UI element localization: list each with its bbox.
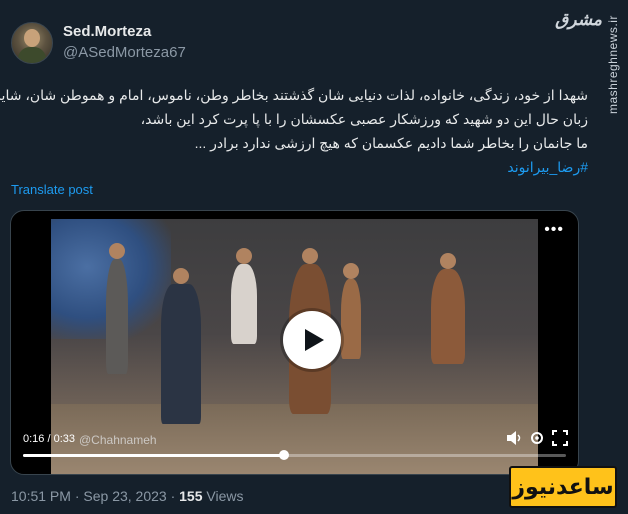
author-display-name[interactable]: Sed.Morteza xyxy=(63,23,151,40)
video-progress-bar[interactable] xyxy=(23,450,566,460)
avatar-body-shape xyxy=(18,47,46,63)
settings-icon[interactable] xyxy=(529,430,545,446)
fullscreen-icon[interactable] xyxy=(552,430,568,446)
watermark-logo: مشرق xyxy=(555,10,602,29)
tweet-meta: 10:51 PM · Sep 23, 2023 · 155 Views xyxy=(11,488,243,504)
video-time-readout: 0:16 / 0:33 xyxy=(23,433,75,445)
tweet-line: زبان حال این دو شهید که ورزشکار عصبی عکس… xyxy=(140,111,588,127)
avatar-head-shape xyxy=(24,29,40,47)
tweet-time[interactable]: 10:51 PM xyxy=(11,488,71,504)
play-button[interactable] xyxy=(283,311,341,369)
author-handle[interactable]: @ASedMorteza67 xyxy=(63,44,186,61)
more-icon[interactable]: ••• xyxy=(544,221,564,239)
avatar[interactable] xyxy=(11,22,53,64)
video-watermark: @Chahnameh xyxy=(79,433,157,447)
meta-separator: · xyxy=(170,488,176,504)
views-count: 155 xyxy=(179,488,203,504)
translate-post-link[interactable]: Translate post xyxy=(11,182,93,197)
video-figure xyxy=(231,248,257,344)
video-figure xyxy=(431,253,465,364)
tweet-hashtag[interactable]: #رضا_بیرانوند xyxy=(12,155,588,179)
tweet-date[interactable]: Sep 23, 2023 xyxy=(83,488,166,504)
video-figure xyxy=(161,268,201,424)
meta-separator: · xyxy=(74,488,80,504)
volume-icon[interactable] xyxy=(506,430,524,446)
views-label: Views xyxy=(206,488,244,504)
tweet-line: ما جانمان را بخاطر شما دادیم عکسمان که ه… xyxy=(194,135,588,151)
video-progress-handle[interactable] xyxy=(278,450,289,460)
tweet-text: شهدا از خود، زندگی، خانواده، لذات دنیایی… xyxy=(0,83,588,179)
saednews-badge: ساعدنیوز xyxy=(509,466,617,508)
video-player[interactable]: ••• 0:16 / 0:33 @Chahnameh xyxy=(10,210,579,475)
video-figure xyxy=(341,263,361,359)
video-progress-fill xyxy=(23,454,284,457)
tweet-line: شهدا از خود، زندگی، خانواده، لذات دنیایی… xyxy=(0,87,588,103)
play-icon xyxy=(305,329,324,351)
watermark-side-text: mashreghnews.ir xyxy=(606,15,620,115)
video-figure xyxy=(106,243,128,374)
